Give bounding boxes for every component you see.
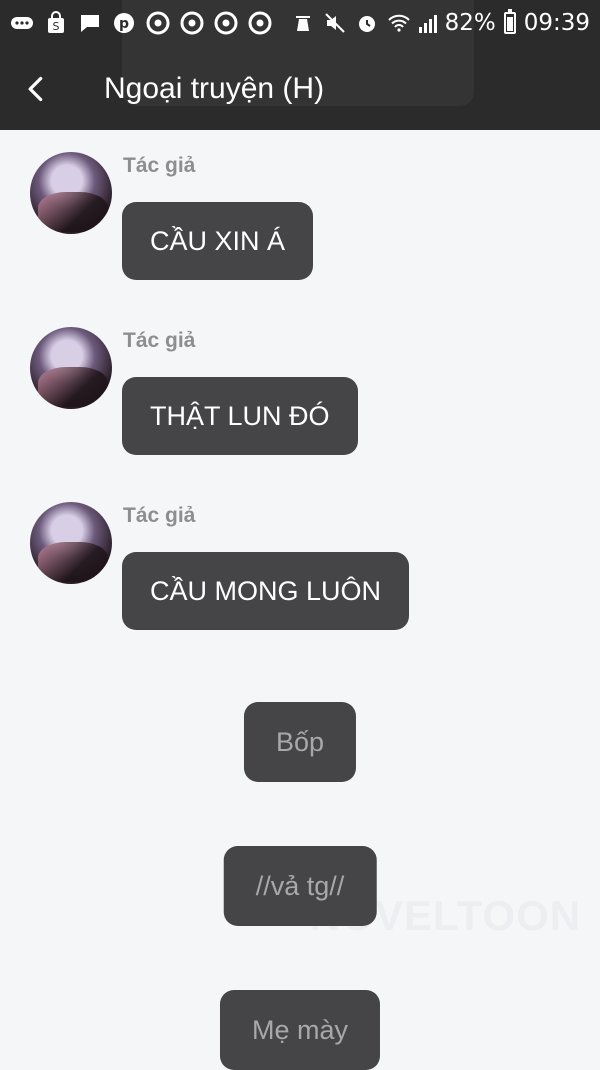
notification-icons: S p [10,11,272,35]
wifi-icon [387,11,411,35]
svg-text:p: p [119,16,129,32]
chrome-icon [180,11,204,35]
message-author: Tác giả [123,504,196,527]
title-row: Ngoại truyện (H) [0,52,600,126]
pinterest-icon: p [112,11,136,35]
battery-percent: 82% [444,10,496,36]
alarm-icon [355,11,379,35]
app-header: S p 82% 09:39 Ngoại truyện (H) [0,0,600,130]
back-button[interactable] [6,59,66,119]
chevron-left-icon [28,76,43,102]
shopping-bag-icon: S [44,11,68,35]
page-title: Ngoại truyện (H) [104,72,325,105]
clock: 09:39 [523,10,590,36]
narration-bubble: Mẹ mày [219,990,381,1070]
message-bubble: CẦU XIN Á [122,202,314,280]
message-bubble: THẬT LUN ĐÓ [122,377,358,455]
battery-icon [503,9,516,34]
more-icon [10,11,34,35]
narration-bubble: Bốp [243,702,357,782]
avatar[interactable] [30,327,112,409]
mute-icon [323,11,347,35]
status-bar: S p 82% 09:39 [0,0,600,46]
message-bubble: CẦU MONG LUÔN [122,552,410,630]
svg-text:S: S [53,20,60,33]
signal-icon [418,13,437,33]
message-author: Tác giả [123,329,196,352]
narration-bubble: //vả tg// [223,846,377,926]
recycle-icon [291,11,315,35]
avatar[interactable] [30,152,112,234]
chrome-icon [248,11,272,35]
chrome-icon [214,11,238,35]
message-icon [78,11,102,35]
chrome-icon [146,11,170,35]
avatar[interactable] [30,502,112,584]
system-status: 82% 09:39 [291,9,590,36]
message-author: Tác giả [123,154,196,177]
